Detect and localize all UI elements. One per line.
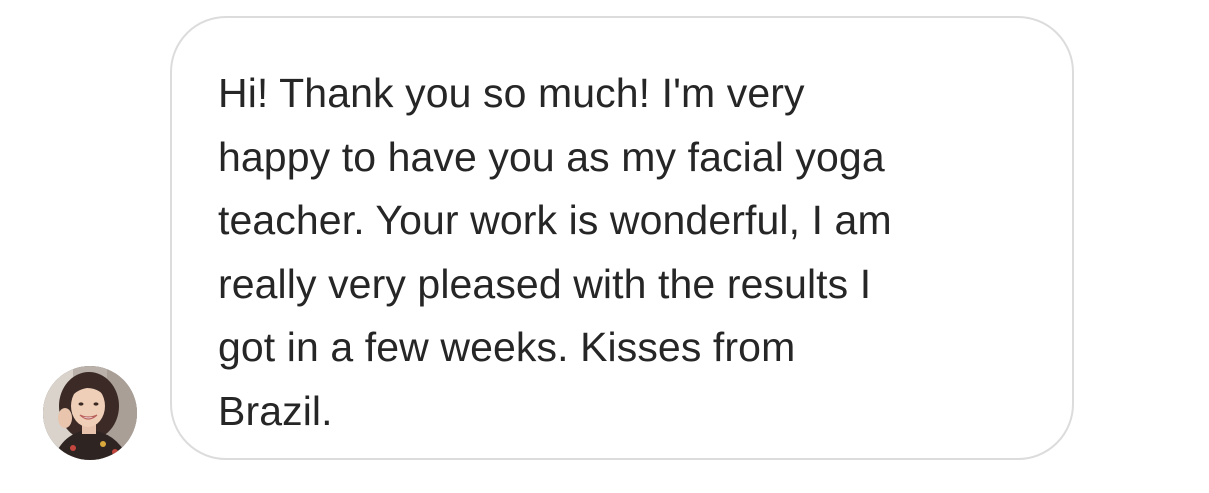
message-bubble[interactable]: Hi! Thank you so much! I'm very happy to… [170, 16, 1074, 460]
sender-avatar[interactable] [43, 366, 137, 460]
message-row: Hi! Thank you so much! I'm very happy to… [0, 0, 1209, 493]
message-text: Hi! Thank you so much! I'm very happy to… [218, 70, 892, 434]
avatar-photo-icon [43, 366, 137, 460]
